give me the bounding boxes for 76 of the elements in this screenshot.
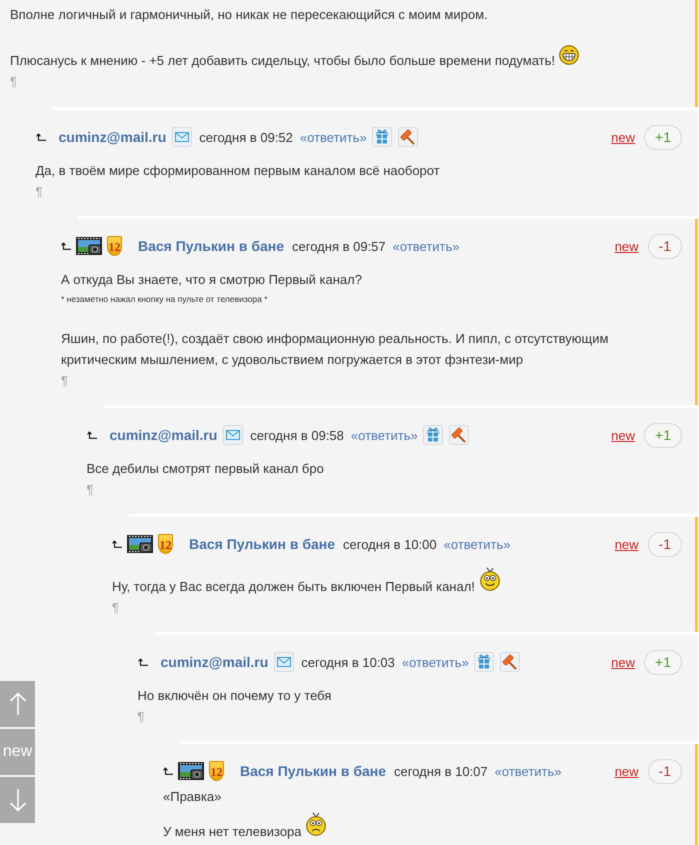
gavel-icon[interactable]	[448, 425, 469, 445]
reply-link[interactable]: «ответить»	[444, 536, 511, 552]
corner-arrow-icon[interactable]	[112, 540, 122, 548]
gift-icon[interactable]	[422, 425, 443, 445]
pilcrow-mark: ¶	[36, 184, 42, 199]
corner-arrow-icon[interactable]	[86, 431, 96, 439]
rating-badge[interactable]: +1	[644, 650, 682, 674]
reply-link[interactable]: «ответить»	[392, 238, 460, 254]
photo-film-icon[interactable]	[178, 762, 204, 780]
gavel-icon[interactable]	[500, 652, 520, 672]
comment-text: Да, в твоём мире сформированном первым каналом всё наоборот	[36, 163, 440, 178]
comment-time: сегодня в 09:57	[292, 238, 386, 254]
comment-text: Ну, тогда у Вас всегда должен быть включен Первый канал!	[112, 579, 475, 594]
arrow-up-icon	[8, 692, 26, 716]
new-link[interactable]: new	[614, 536, 639, 552]
pilcrow-mark: ¶	[10, 74, 17, 89]
comment-text: Яшин, по работе(!), создаёт свою информационную реальность. И пипл, с отсутствующим критическим мышлением, с удовольствием погружается в этот фэнтези-мир	[61, 331, 608, 367]
author-link[interactable]: Вася Пулькин в бане	[240, 763, 386, 779]
comment-text: Но включён он почему то у тебя	[138, 688, 332, 703]
arrow-down-icon	[8, 788, 26, 812]
pilcrow-mark: ¶	[138, 709, 144, 724]
comment-text: Плюсанусь к мнению - +5 лет добавить сидельцу, чтобы было больше времени подумать!	[10, 53, 555, 68]
author-link[interactable]: Вася Пулькин в бане	[138, 238, 284, 254]
gift-icon[interactable]	[474, 652, 494, 672]
comment-time: сегодня в 10:00	[343, 536, 437, 552]
rank-badge: 12	[158, 534, 173, 554]
corner-arrow-icon[interactable]	[61, 242, 71, 250]
comment-note: * незаметно нажал кнопку на пульте от телевизора *	[61, 294, 268, 304]
edit-label: «Правка»	[163, 789, 222, 804]
corner-arrow-icon[interactable]	[138, 658, 148, 666]
author-link[interactable]: cuminz@mail.ru	[110, 427, 218, 443]
comment-text: У меня нет телевизора	[163, 824, 302, 839]
pilcrow-mark: ¶	[61, 373, 68, 388]
rank-badge: 12	[107, 236, 122, 256]
pilcrow-mark: ¶	[112, 600, 119, 615]
scroll-up-button[interactable]	[0, 681, 35, 727]
comment-time: сегодня в 10:03	[301, 654, 395, 670]
comment-text: Вполне логичный и гармоничный, но никак не пересекающийся с моим миром.	[10, 7, 488, 22]
comment-time: сегодня в 09:52	[199, 130, 293, 144]
gavel-icon[interactable]	[398, 127, 418, 147]
photo-film-icon[interactable]	[76, 237, 102, 255]
mail-icon[interactable]	[274, 652, 294, 672]
photo-film-icon[interactable]	[127, 535, 153, 553]
rating-badge[interactable]: +1	[644, 124, 682, 150]
corner-arrow-icon[interactable]	[163, 767, 173, 775]
rating-badge[interactable]: -1	[648, 532, 682, 556]
grinning-face-icon	[558, 45, 579, 65]
comment-time: сегодня в 10:07	[394, 764, 488, 778]
rank-badge: 12	[209, 761, 224, 781]
comment-time: сегодня в 09:58	[250, 428, 344, 442]
reply-link[interactable]: «ответить»	[402, 654, 469, 670]
scroll-down-button[interactable]	[0, 777, 35, 823]
gift-icon[interactable]	[372, 127, 392, 147]
pilcrow-mark: ¶	[86, 482, 94, 497]
rating-badge[interactable]: -1	[648, 234, 682, 258]
reply-link[interactable]: «ответить»	[494, 764, 562, 778]
reply-link[interactable]: «ответить»	[300, 130, 367, 144]
smiling-face-icon	[478, 567, 501, 591]
new-link[interactable]: new	[611, 654, 636, 670]
corner-arrow-icon[interactable]	[36, 133, 46, 141]
rating-badge[interactable]: -1	[648, 758, 682, 784]
author-link[interactable]: Вася Пулькин в бане	[189, 536, 336, 552]
new-link[interactable]: new	[611, 428, 636, 442]
author-link[interactable]: cuminz@mail.ru	[58, 129, 166, 145]
new-link[interactable]: new	[614, 764, 639, 778]
new-link[interactable]: new	[611, 130, 636, 144]
comment-text: А откуда Вы знаете, что я смотрю Первый канал?	[61, 272, 362, 287]
reply-link[interactable]: «ответить»	[350, 428, 418, 442]
mail-icon[interactable]	[223, 425, 244, 445]
comment-text: Все дебилы смотрят первый канал бро	[86, 461, 324, 476]
next-new-button[interactable]: new	[0, 729, 35, 775]
sad-face-icon	[305, 812, 328, 836]
author-link[interactable]: cuminz@mail.ru	[160, 654, 268, 670]
mail-icon[interactable]	[172, 127, 192, 147]
rating-badge[interactable]: +1	[644, 422, 682, 448]
new-link[interactable]: new	[614, 238, 639, 254]
